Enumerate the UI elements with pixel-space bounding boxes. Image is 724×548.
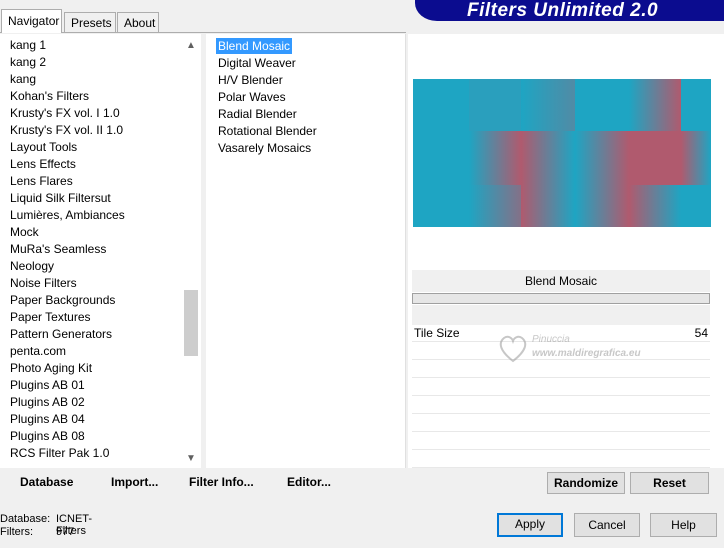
category-item[interactable]: Plugins AB 08 <box>10 428 85 445</box>
selected-filter-name: Blend Mosaic <box>412 270 710 292</box>
category-item[interactable]: kang 2 <box>10 54 46 71</box>
param-row-empty <box>412 379 710 396</box>
category-item[interactable]: Plugins AB 02 <box>10 394 85 411</box>
category-item[interactable]: Paper Backgrounds <box>10 292 115 309</box>
category-item[interactable]: Liquid Silk Filtersut <box>10 190 111 207</box>
category-item[interactable]: RCS Filter Pak 1.0 <box>10 445 109 462</box>
category-item[interactable]: Lens Effects <box>10 156 76 173</box>
status-filters-label: Filters: <box>0 526 33 538</box>
scroll-up-arrow-icon[interactable]: ▲ <box>183 38 199 54</box>
scroll-thumb[interactable] <box>184 290 198 356</box>
panel-spacer <box>412 305 710 325</box>
filter-divider <box>412 293 710 304</box>
category-item[interactable]: Pattern Generators <box>10 326 112 343</box>
filter-item[interactable]: Rotational Blender <box>216 123 319 139</box>
category-item[interactable]: Kohan's Filters <box>10 88 89 105</box>
param-row-empty <box>412 415 710 432</box>
category-list[interactable]: kang 1 kang 2 kang Kohan's Filters Krust… <box>0 34 201 468</box>
scroll-down-arrow-icon[interactable]: ▼ <box>183 451 199 467</box>
app-title: Filters Unlimited 2.0 <box>467 0 659 21</box>
status-filters-value: 977 <box>56 526 75 538</box>
category-item[interactable]: Noise Filters <box>10 275 77 292</box>
param-row-empty <box>412 451 710 468</box>
category-item-selected[interactable]: Neology <box>10 258 54 275</box>
category-item[interactable]: Krusty's FX vol. II 1.0 <box>10 122 123 139</box>
category-item[interactable]: kang 1 <box>10 37 46 54</box>
param-row-empty <box>412 433 710 450</box>
category-item[interactable]: kang <box>10 71 36 88</box>
tab-strip: Navigator Presets About <box>0 9 410 33</box>
category-item[interactable]: MuRa's Seamless <box>10 241 106 258</box>
category-item[interactable]: Krusty's FX vol. I 1.0 <box>10 105 120 122</box>
filter-item[interactable]: Radial Blender <box>216 106 299 122</box>
param-row-empty <box>412 361 710 378</box>
param-value: 54 <box>694 326 708 340</box>
status-filters: Filters: 977 <box>0 526 74 538</box>
category-item[interactable]: Paper Textures <box>10 309 91 326</box>
database-button[interactable]: Database <box>20 475 73 489</box>
filter-item[interactable]: Digital Weaver <box>216 55 298 71</box>
param-row-tile-size[interactable]: Tile Size 54 <box>412 325 710 342</box>
tab-presets[interactable]: Presets <box>64 12 116 32</box>
help-button[interactable]: Help <box>650 513 717 537</box>
category-item[interactable]: penta.com <box>10 343 66 360</box>
category-item[interactable]: Lens Flares <box>10 173 73 190</box>
cancel-button[interactable]: Cancel <box>574 513 640 537</box>
filter-item-selected[interactable]: Blend Mosaic <box>216 38 293 54</box>
randomize-button[interactable]: Randomize <box>547 472 625 494</box>
filter-item[interactable]: Polar Waves <box>216 89 288 105</box>
status-database: Database: ICNET-Filters <box>0 513 92 537</box>
app-banner: Filters Unlimited 2.0 <box>415 0 724 21</box>
reset-button[interactable]: Reset <box>630 472 709 494</box>
filter-item[interactable]: H/V Blender <box>216 72 285 88</box>
category-item[interactable]: Plugins AB 01 <box>10 377 85 394</box>
category-item[interactable]: Plugins AB 04 <box>10 411 85 428</box>
bottom-toolbar: Database Import... Filter Info... Editor… <box>0 470 406 496</box>
param-label: Tile Size <box>414 326 460 340</box>
filter-item[interactable]: Vasarely Mosaics <box>216 140 313 156</box>
category-item[interactable]: Lumières, Ambiances <box>10 207 125 224</box>
tab-navigator[interactable]: Navigator <box>1 9 62 33</box>
import-button[interactable]: Import... <box>111 475 158 489</box>
filter-list[interactable]: Blend Mosaic Digital Weaver H/V Blender … <box>206 34 406 468</box>
param-row-empty <box>412 397 710 414</box>
filter-settings-panel: Blend Mosaic Tile Size 54 Pinuccia www.m… <box>408 34 724 468</box>
category-item[interactable]: Photo Aging Kit <box>10 360 92 377</box>
editor-button[interactable]: Editor... <box>287 475 331 489</box>
apply-button[interactable]: Apply <box>497 513 563 537</box>
preview-image <box>413 79 711 227</box>
category-item[interactable]: Mock <box>10 224 39 241</box>
status-database-label: Database: <box>0 513 51 525</box>
filter-info-button[interactable]: Filter Info... <box>189 475 254 489</box>
param-row-empty <box>412 343 710 360</box>
category-item[interactable]: Layout Tools <box>10 139 77 156</box>
tab-about[interactable]: About <box>117 12 159 32</box>
category-scrollbar[interactable]: ▲ ▼ <box>183 34 199 468</box>
